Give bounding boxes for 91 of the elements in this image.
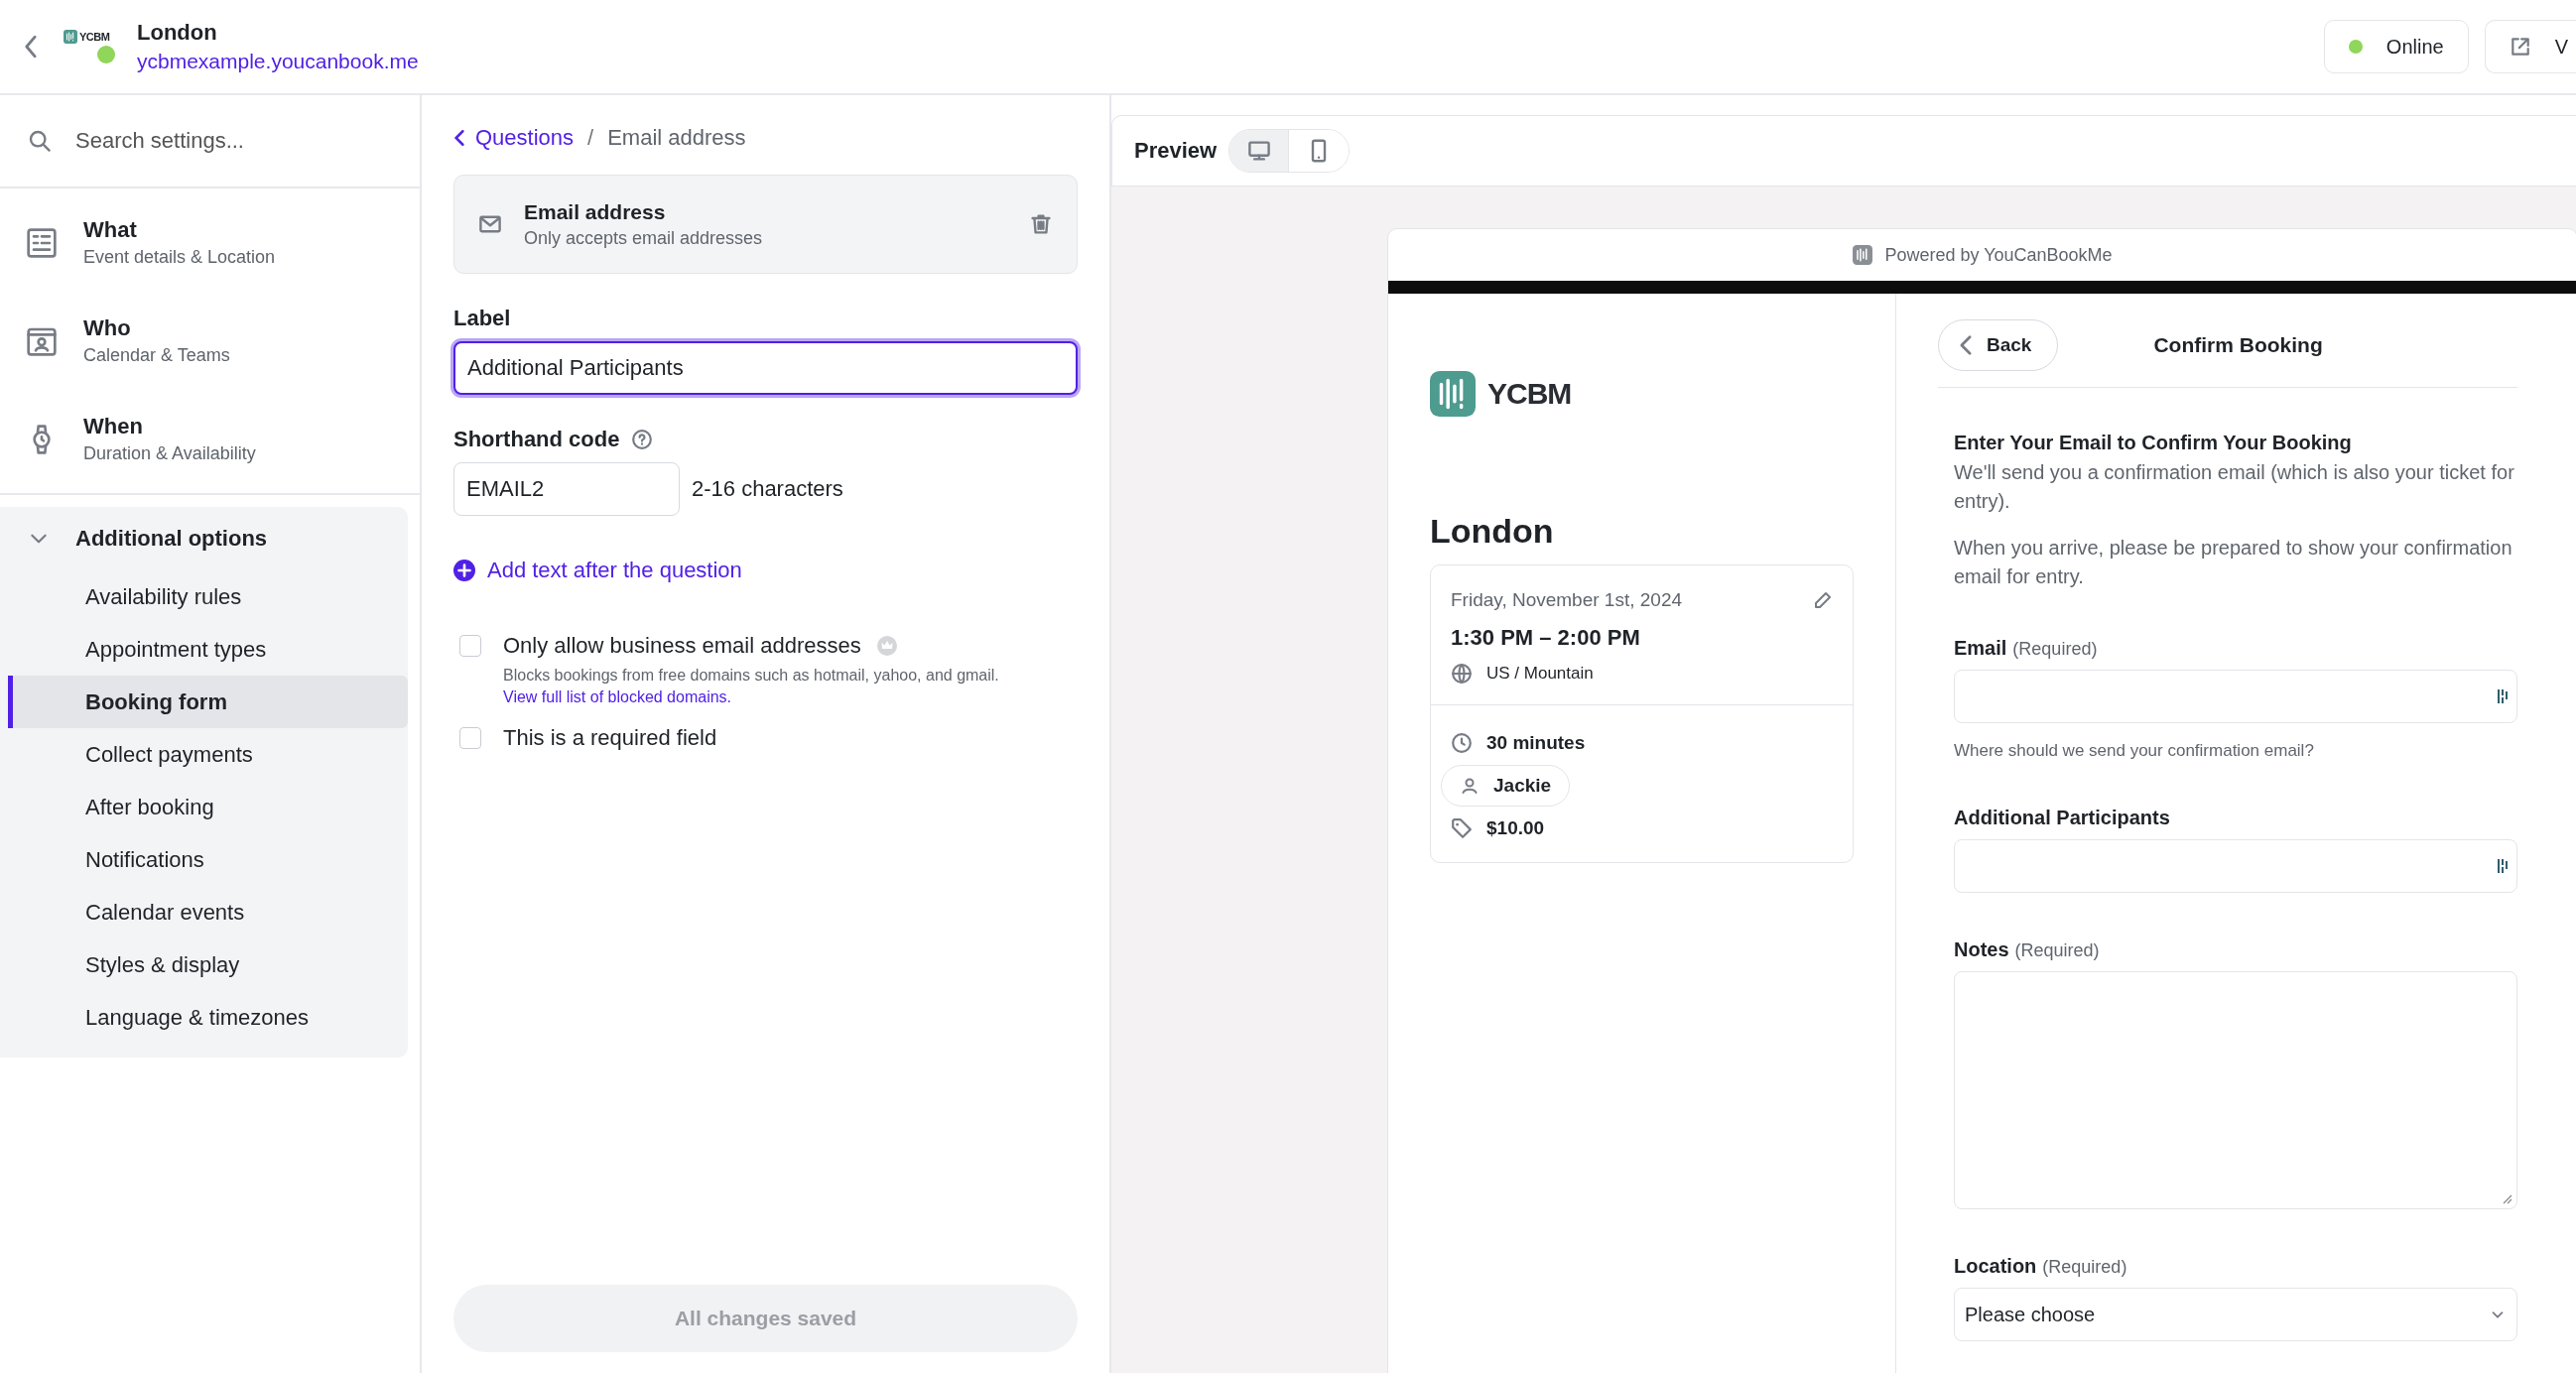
brand-name: YCBM xyxy=(79,31,110,43)
required-note: (Required) xyxy=(2012,639,2098,659)
back-button[interactable]: Back xyxy=(1938,319,2059,371)
form-heading: Enter Your Email to Confirm Your Booking xyxy=(1954,432,2353,454)
event-time: 1:30 PM – 2:00 PM xyxy=(1451,625,1641,651)
required-note: (Required) xyxy=(2014,940,2100,960)
person-icon xyxy=(1460,776,1480,796)
blocked-domains-link[interactable]: View full list of blocked domains. xyxy=(503,687,732,705)
breadcrumb-current: Email address xyxy=(607,125,746,151)
settings-section[interactable]: Who Calendar & Teams xyxy=(0,292,420,390)
field-help: Where should we send your confirmation email? xyxy=(1954,741,2315,761)
monitor-icon xyxy=(1246,139,1271,163)
option-label: This is a required field xyxy=(503,725,717,752)
option-description: Blocks bookings from free domains such as hotmail, yahoo, and gmail. View full list of blocked domains. xyxy=(503,666,1000,707)
sidebar-item[interactable]: Booking form xyxy=(8,676,408,728)
breadcrumb-link[interactable]: Questions xyxy=(453,125,575,151)
add-text-link[interactable]: Add text after the question xyxy=(453,558,742,583)
sidebar-item[interactable]: Language & timezones xyxy=(8,991,408,1044)
field-label: Shorthand code xyxy=(453,427,620,452)
status-button[interactable]: Online xyxy=(2323,20,2469,73)
chevron-left-icon xyxy=(1959,334,1973,356)
search-field[interactable]: Search settings... xyxy=(73,127,392,155)
plus-circle-icon xyxy=(453,560,475,581)
view-button[interactable]: V xyxy=(2484,20,2576,73)
form-title: Confirm Booking xyxy=(2153,333,2323,357)
settings-section[interactable]: When Duration & Availability xyxy=(0,390,420,488)
logo-icon xyxy=(1430,371,1476,417)
clock-icon xyxy=(1451,732,1473,754)
sidebar-item[interactable]: Availability rules xyxy=(8,570,408,623)
sidebar-item[interactable]: After booking xyxy=(8,781,408,833)
label-input[interactable]: Additional Participants xyxy=(453,341,1078,395)
document-icon xyxy=(26,226,58,259)
settings-section[interactable]: What Event details & Location xyxy=(0,193,420,292)
globe-icon xyxy=(1451,663,1473,685)
field-label: Notes xyxy=(1954,938,2009,960)
sidebar-item[interactable]: Collect payments xyxy=(8,728,408,781)
sidebar-item[interactable]: Styles & display xyxy=(8,938,408,991)
select-field[interactable]: Please choose xyxy=(1954,1288,2517,1341)
autofill-icon xyxy=(2497,687,2509,705)
chevron-left-icon xyxy=(453,129,465,147)
powered-by-text: Powered by YouCanBookMe xyxy=(1884,244,2113,266)
checkbox[interactable] xyxy=(459,727,481,750)
sidebar-item[interactable]: Appointment types xyxy=(8,623,408,676)
field-hint: 2-16 characters xyxy=(692,476,843,502)
sidebar-item[interactable]: Notifications xyxy=(8,833,408,886)
event-date: Friday, November 1st, 2024 xyxy=(1451,589,1683,611)
text-field[interactable] xyxy=(1954,839,2517,893)
required-note: (Required) xyxy=(2042,1257,2127,1277)
text-field[interactable] xyxy=(1954,670,2517,723)
event-title: London xyxy=(1430,512,1555,551)
search-icon xyxy=(28,129,52,153)
sidebar-item[interactable]: Calendar events xyxy=(8,886,408,938)
preview-title: Preview xyxy=(1134,138,1218,164)
brand-name: YCBM xyxy=(1487,377,1572,411)
question-title: Email address xyxy=(524,199,667,224)
section-subtitle: Event details & Location xyxy=(83,247,276,268)
logo-icon xyxy=(1853,245,1873,265)
field-label: Location xyxy=(1954,1255,2037,1277)
trash-icon[interactable] xyxy=(1029,212,1053,236)
logo-icon xyxy=(64,30,77,44)
select-value: Please choose xyxy=(1965,1303,2096,1326)
resize-handle-icon xyxy=(2501,1192,2512,1204)
field-label: Additional Participants xyxy=(1954,807,2171,829)
checkbox[interactable] xyxy=(459,635,481,657)
field-label: Label xyxy=(453,306,512,331)
event-price: $10.00 xyxy=(1486,817,1545,839)
question-subtitle: Only accepts email addresses xyxy=(524,227,764,249)
help-icon[interactable] xyxy=(631,429,654,450)
section-title: What xyxy=(83,217,138,243)
event-duration: 30 minutes xyxy=(1486,732,1586,754)
field-label: Email xyxy=(1954,637,2007,659)
breadcrumb-separator: / xyxy=(587,125,594,151)
group-toggle[interactable]: Additional options xyxy=(0,507,408,570)
section-subtitle: Calendar & Teams xyxy=(83,345,230,366)
event-timezone: US / Mountain xyxy=(1486,664,1594,684)
autofill-icon xyxy=(2497,857,2509,875)
form-paragraph: We'll send you a confirmation email (which is also your ticket for entry). xyxy=(1954,460,2515,514)
page-title: London xyxy=(137,20,218,46)
external-link-icon xyxy=(2509,36,2531,58)
status-dot xyxy=(2348,40,2363,54)
desktop-view-button[interactable] xyxy=(1229,130,1290,172)
option-label: Only allow business email addresses xyxy=(503,633,861,659)
section-title: Who xyxy=(83,315,132,341)
section-title: When xyxy=(83,414,144,439)
tag-icon xyxy=(1451,817,1473,839)
pencil-icon[interactable] xyxy=(1813,590,1833,610)
shorthand-input[interactable]: EMAIL2 xyxy=(453,462,680,516)
page-url-link[interactable]: ycbmexample.youcanbook.me xyxy=(137,50,419,73)
form-paragraph: When you arrive, please be prepared to show your confirmation email for entry. xyxy=(1954,536,2513,589)
section-subtitle: Duration & Availability xyxy=(83,443,256,464)
status-dot xyxy=(97,46,115,63)
